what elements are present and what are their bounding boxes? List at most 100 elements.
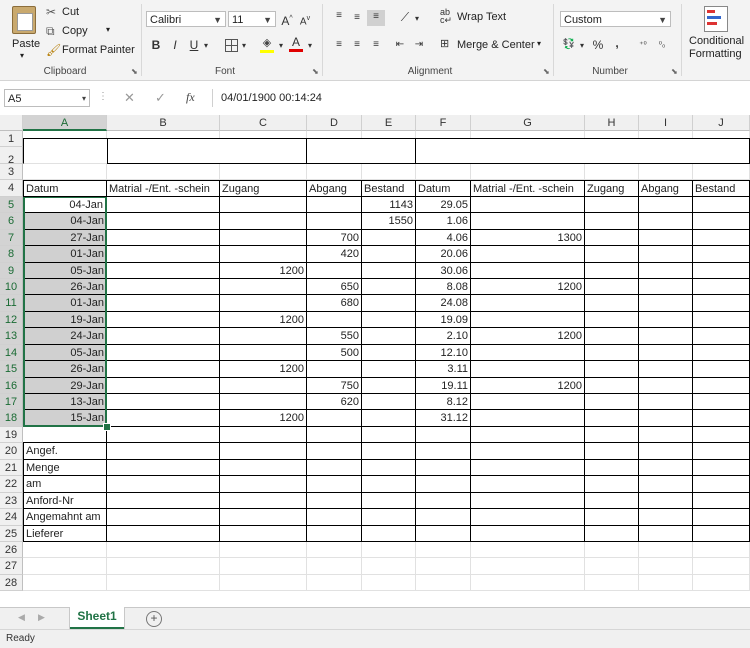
dialog-launcher-icon[interactable]: ⬊: [543, 67, 550, 76]
cell[interactable]: [693, 459, 750, 477]
merged-header-ausreichend[interactable]: [307, 138, 416, 164]
cell[interactable]: [471, 246, 585, 263]
chevron-down-icon[interactable]: ▾: [306, 39, 314, 53]
cell[interactable]: [220, 476, 307, 493]
chevron-down-icon[interactable]: ▾: [578, 39, 586, 53]
date-cell[interactable]: 13-Jan: [23, 394, 107, 411]
cell[interactable]: [107, 394, 220, 411]
datum-cell[interactable]: 20.06: [416, 246, 471, 263]
cell[interactable]: [639, 328, 693, 345]
cell[interactable]: [107, 492, 220, 510]
conditional-formatting-button[interactable]: Conditional Formatting: [686, 4, 750, 64]
cell[interactable]: [471, 492, 585, 510]
cell[interactable]: [585, 311, 639, 329]
row-header-11[interactable]: 11: [0, 295, 23, 312]
date-cell[interactable]: 26-Jan: [23, 278, 107, 296]
abgang-cell[interactable]: 750: [307, 377, 362, 395]
date-cell[interactable]: 05-Jan: [23, 262, 107, 279]
cell[interactable]: [23, 163, 107, 181]
material-cell[interactable]: 1200: [471, 278, 585, 296]
material-cell[interactable]: 1300: [471, 229, 585, 247]
cell[interactable]: [585, 246, 639, 263]
datum-cell[interactable]: 24.08: [416, 295, 471, 312]
cell[interactable]: [362, 426, 416, 444]
column-header-c[interactable]: C: [220, 115, 307, 131]
cell[interactable]: [23, 138, 107, 164]
cell[interactable]: [639, 344, 693, 362]
align-right-icon[interactable]: ≡: [369, 38, 383, 52]
cell[interactable]: [416, 476, 471, 493]
insert-function-icon[interactable]: fx: [186, 90, 195, 105]
cell[interactable]: [107, 246, 220, 263]
font-color-icon[interactable]: A: [288, 35, 304, 52]
cell[interactable]: [693, 344, 750, 362]
cell[interactable]: [693, 394, 750, 411]
cell[interactable]: [471, 394, 585, 411]
row-header-24[interactable]: 24: [0, 509, 23, 526]
cell[interactable]: [693, 163, 750, 181]
cell[interactable]: [471, 213, 585, 230]
cell[interactable]: [307, 361, 362, 378]
cell[interactable]: [639, 163, 693, 181]
cell[interactable]: [693, 509, 750, 526]
cell[interactable]: [107, 328, 220, 345]
cell[interactable]: [220, 459, 307, 477]
number-format-select[interactable]: Custom ▼: [560, 11, 671, 27]
row-header-18[interactable]: 18: [0, 410, 23, 427]
cell[interactable]: [693, 229, 750, 247]
cell[interactable]: [362, 278, 416, 296]
cell[interactable]: [220, 492, 307, 510]
cell[interactable]: [307, 410, 362, 427]
datum-cell[interactable]: 29.05: [416, 196, 471, 214]
datum-cell[interactable]: 31.12: [416, 410, 471, 427]
cell[interactable]: [639, 426, 693, 444]
cell[interactable]: [693, 246, 750, 263]
row-header-13[interactable]: 13: [0, 328, 23, 345]
dialog-launcher-icon[interactable]: ⬊: [312, 67, 319, 76]
select-all-corner[interactable]: [0, 115, 23, 131]
column-label-8[interactable]: Abgang: [639, 180, 693, 197]
cell[interactable]: [585, 492, 639, 510]
date-cell[interactable]: 01-Jan: [23, 295, 107, 312]
cell[interactable]: [416, 542, 471, 559]
datum-cell[interactable]: 4.06: [416, 229, 471, 247]
row-header-22[interactable]: 22: [0, 476, 23, 493]
cell[interactable]: [585, 196, 639, 214]
accounting-format-icon[interactable]: 💱: [562, 38, 576, 52]
scroll-left-icon[interactable]: ◀: [18, 612, 25, 623]
cell[interactable]: [362, 328, 416, 345]
chevron-down-icon[interactable]: ▾: [202, 39, 210, 53]
wrap-text-button[interactable]: ab c↵ Wrap Text: [440, 8, 520, 25]
cell[interactable]: [107, 443, 220, 460]
cell[interactable]: [585, 344, 639, 362]
scroll-right-icon[interactable]: ▶: [38, 612, 45, 623]
column-header-e[interactable]: E: [362, 115, 416, 131]
cell[interactable]: [585, 361, 639, 378]
cell[interactable]: [307, 426, 362, 444]
dialog-launcher-icon[interactable]: ⬊: [131, 67, 138, 76]
cell[interactable]: [693, 278, 750, 296]
cell[interactable]: [362, 262, 416, 279]
cell[interactable]: [362, 459, 416, 477]
cell[interactable]: [639, 361, 693, 378]
column-header-a[interactable]: A: [23, 115, 107, 131]
zugang-cell[interactable]: 1200: [220, 262, 307, 279]
abgang-cell[interactable]: 700: [307, 229, 362, 247]
row-header-25[interactable]: 25: [0, 525, 23, 542]
merged-header-anforungsmenge[interactable]: [416, 138, 750, 164]
datum-cell[interactable]: 12.10: [416, 344, 471, 362]
cell[interactable]: [362, 163, 416, 181]
cell[interactable]: [107, 377, 220, 395]
row-header-17[interactable]: 17: [0, 394, 23, 411]
cell[interactable]: [585, 262, 639, 279]
row-header-14[interactable]: 14: [0, 344, 23, 362]
copy-button[interactable]: ⧉ Copy ▾: [46, 24, 126, 39]
cell[interactable]: [585, 410, 639, 427]
cell[interactable]: [220, 509, 307, 526]
cell[interactable]: [693, 542, 750, 559]
cell[interactable]: [220, 196, 307, 214]
cell[interactable]: [307, 574, 362, 592]
material-cell[interactable]: 1200: [471, 328, 585, 345]
datum-cell[interactable]: 2.10: [416, 328, 471, 345]
cell[interactable]: [107, 361, 220, 378]
